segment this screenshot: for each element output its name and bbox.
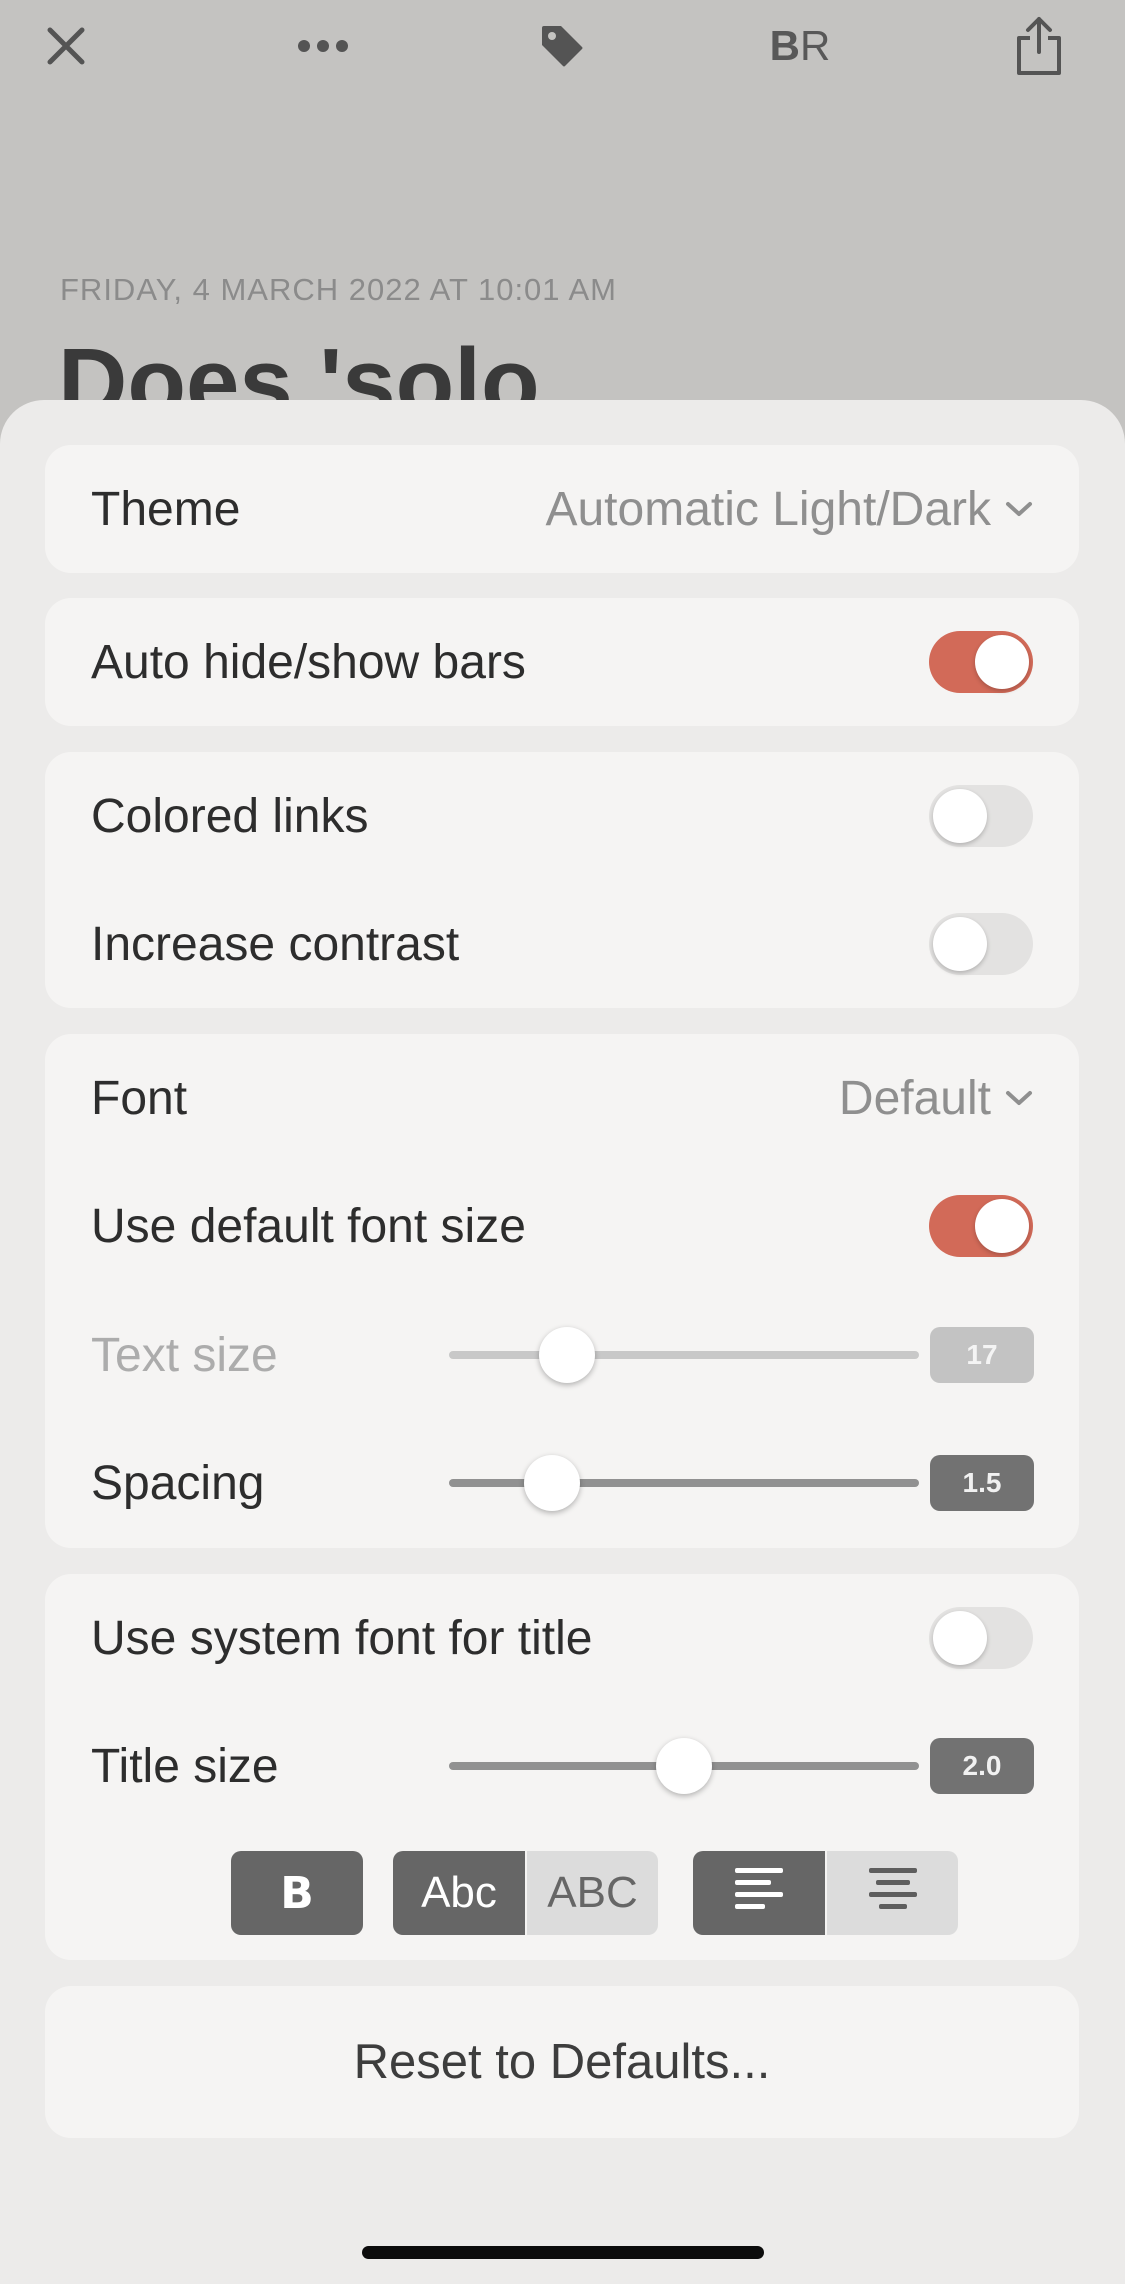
theme-dropdown[interactable]: Automatic Light/Dark xyxy=(545,482,1033,537)
increase-contrast-toggle[interactable] xyxy=(929,913,1033,975)
auto-hide-row: Auto hide/show bars xyxy=(45,598,1079,726)
theme-row[interactable]: Theme Automatic Light/Dark xyxy=(45,445,1079,573)
top-toolbar: BR xyxy=(0,0,1125,95)
colored-links-toggle[interactable] xyxy=(929,785,1033,847)
font-dropdown[interactable]: Default xyxy=(839,1071,1033,1126)
slider-track xyxy=(449,1351,919,1359)
article-date: FRIDAY, 4 MARCH 2022 AT 10:01 AM xyxy=(60,272,617,307)
chevron-down-icon xyxy=(1005,1089,1033,1107)
slider-thumb[interactable] xyxy=(656,1738,712,1794)
font-label: Font xyxy=(91,1071,188,1125)
toggle-knob xyxy=(975,635,1029,689)
auto-hide-toggle[interactable] xyxy=(929,631,1033,693)
spacing-label: Spacing xyxy=(91,1456,265,1510)
title-card: Use system font for title Title size 2.0… xyxy=(45,1574,1079,1960)
toggle-knob xyxy=(933,917,987,971)
default-font-size-label: Use default font size xyxy=(91,1199,526,1253)
toggle-knob xyxy=(933,789,987,843)
spacing-slider[interactable] xyxy=(449,1452,919,1514)
auto-hide-label: Auto hide/show bars xyxy=(91,635,526,689)
spacing-row: Spacing 1.5 xyxy=(45,1419,1079,1547)
reset-to-defaults-button[interactable]: Reset to Defaults... xyxy=(45,1986,1079,2138)
system-font-title-label: Use system font for title xyxy=(91,1611,593,1665)
slider-thumb[interactable] xyxy=(524,1455,581,1511)
slider-track xyxy=(449,1479,919,1487)
br-bold-letter: B xyxy=(769,22,800,69)
colored-links-row: Colored links xyxy=(45,752,1079,880)
title-size-label: Title size xyxy=(91,1739,279,1793)
text-size-slider[interactable] xyxy=(449,1324,919,1386)
text-size-value: 17 xyxy=(930,1327,1034,1383)
share-icon[interactable] xyxy=(999,6,1079,86)
font-row[interactable]: Font Default xyxy=(45,1034,1079,1162)
more-icon[interactable] xyxy=(283,6,363,86)
align-left-icon xyxy=(733,1866,785,1921)
toggle-knob xyxy=(933,1611,987,1665)
reader-br-icon[interactable]: BR xyxy=(760,6,840,86)
title-style-controls: B Abc ABC xyxy=(45,1851,1079,1935)
theme-value: Automatic Light/Dark xyxy=(545,482,991,536)
title-case-button[interactable]: Abc xyxy=(393,1851,525,1935)
slider-thumb[interactable] xyxy=(538,1327,595,1383)
theme-card: Theme Automatic Light/Dark xyxy=(45,445,1079,573)
toggle-knob xyxy=(975,1199,1029,1253)
upper-case-button[interactable]: ABC xyxy=(527,1851,658,1935)
title-size-value: 2.0 xyxy=(930,1738,1034,1794)
font-value: Default xyxy=(838,1071,991,1125)
auto-hide-card: Auto hide/show bars xyxy=(45,598,1079,726)
links-contrast-card: Colored links Increase contrast xyxy=(45,752,1079,1008)
default-font-size-toggle[interactable] xyxy=(929,1195,1033,1257)
system-font-title-row: Use system font for title xyxy=(45,1574,1079,1702)
align-center-button[interactable] xyxy=(827,1851,958,1935)
bold-title-button[interactable]: B xyxy=(231,1851,363,1935)
title-size-row: Title size 2.0 xyxy=(45,1702,1079,1830)
increase-contrast-label: Increase contrast xyxy=(91,917,460,971)
text-size-row: Text size 17 xyxy=(45,1291,1079,1419)
system-font-title-toggle[interactable] xyxy=(929,1607,1033,1669)
align-center-icon xyxy=(867,1866,919,1921)
font-card: Font Default Use default font size Text … xyxy=(45,1034,1079,1548)
tag-icon[interactable] xyxy=(522,6,602,86)
chevron-down-icon xyxy=(1005,500,1033,518)
theme-label: Theme xyxy=(91,482,241,536)
text-size-label: Text size xyxy=(91,1328,278,1382)
title-size-slider[interactable] xyxy=(449,1735,919,1797)
br-regular-letter: R xyxy=(800,22,831,69)
colored-links-label: Colored links xyxy=(91,789,369,843)
spacing-value: 1.5 xyxy=(930,1455,1034,1511)
close-icon[interactable] xyxy=(26,6,106,86)
default-font-size-row: Use default font size xyxy=(45,1162,1079,1290)
increase-contrast-row: Increase contrast xyxy=(45,880,1079,1008)
home-indicator xyxy=(362,2246,764,2259)
align-left-button[interactable] xyxy=(693,1851,825,1935)
